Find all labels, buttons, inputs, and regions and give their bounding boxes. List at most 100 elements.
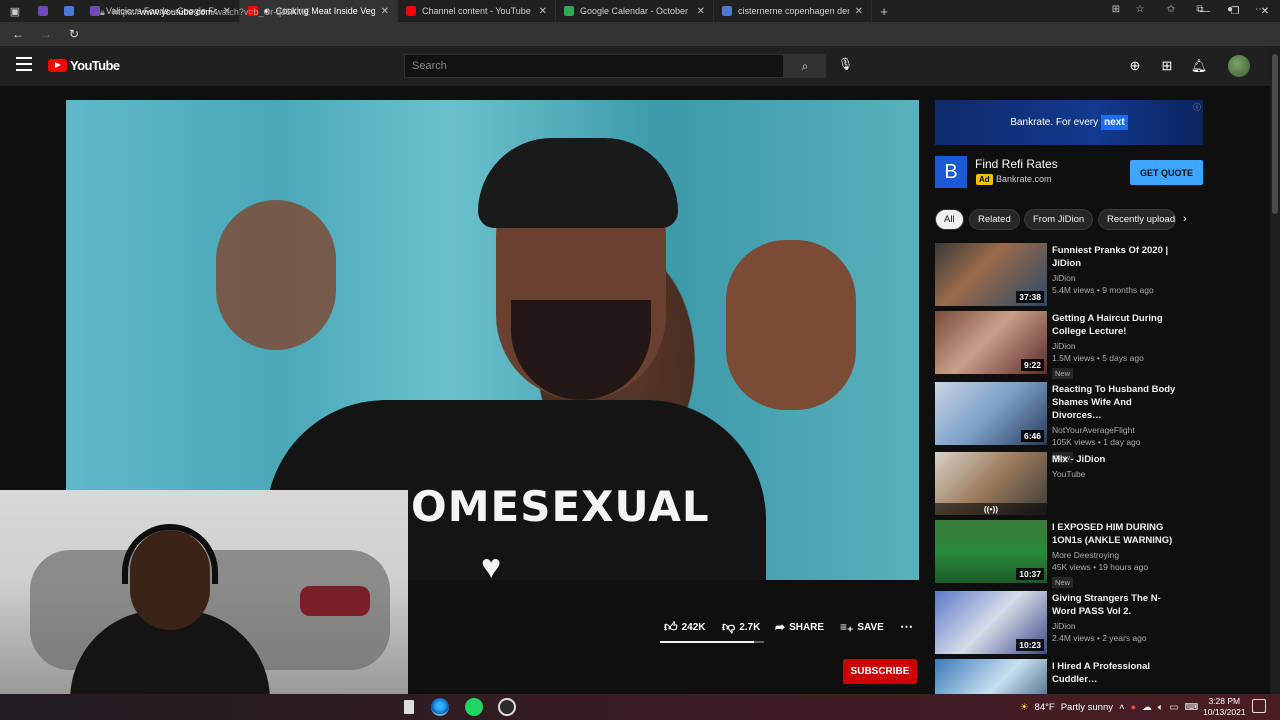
pinned-tab-icon-1[interactable] <box>30 0 56 22</box>
system-tray: ☀︎ 84°F Partly sunny ˄ ● ☁︎ 🔈︎ ▭ ⌨︎ <box>1020 694 1198 720</box>
video-thumbnail[interactable]: 10:37 <box>935 520 1047 583</box>
recommendation-title[interactable]: I Hired A Professional Cuddler… <box>1052 660 1182 686</box>
notification-center-icon[interactable] <box>1252 699 1266 713</box>
search-button[interactable]: ⌕ <box>784 54 826 78</box>
like-button[interactable]: 👍︎ 242K <box>664 618 706 636</box>
get-quote-button[interactable]: GET QUOTE <box>1130 160 1203 185</box>
thumbs-down-icon: 👎︎ <box>722 619 736 634</box>
video-duration: 37:38 <box>1016 291 1044 303</box>
edge-browser-icon[interactable] <box>431 698 449 716</box>
page-scrollbar[interactable] <box>1270 46 1280 694</box>
new-badge: New <box>1052 577 1074 588</box>
ad-banner-text: Bankrate. For every <box>1010 117 1099 128</box>
share-button[interactable]: ➦ SHARE <box>775 618 824 636</box>
video-thumbnail[interactable]: 9:22 <box>935 311 1047 374</box>
recommendation-item[interactable]: 10:23 Giving Strangers The N-Word PASS Vo… <box>935 591 1205 655</box>
recommendation-item[interactable]: I Hired A Professional Cuddler… <box>935 659 1205 694</box>
youtube-logo[interactable]: YouTube <box>48 58 120 73</box>
microphone-icon[interactable]: 🎙︎ <box>838 57 853 71</box>
chip-all[interactable]: All <box>935 209 964 230</box>
video-thumbnail[interactable]: 37:38 <box>935 243 1047 306</box>
chip-recently-uploaded[interactable]: Recently uploaded <box>1098 209 1176 230</box>
reload-button[interactable]: ↻ <box>60 27 88 41</box>
recommendation-meta: Funniest Pranks Of 2020 | JiDion JiDion 5.… <box>1052 244 1182 295</box>
recommendation-item[interactable]: 9:22 Getting A Haircut During College Lec… <box>935 311 1205 379</box>
weather-text[interactable]: Partly sunny <box>1061 702 1113 713</box>
taskbar-clock[interactable]: 3:28 PM 10/13/2021 <box>1203 696 1246 718</box>
video-duration: 9:22 <box>1020 359 1044 371</box>
recommendation-title[interactable]: Getting A Haircut During College Lecture… <box>1052 312 1182 338</box>
recommendation-stats: 45K views • 19 hours ago <box>1052 562 1149 572</box>
recommendation-title[interactable]: Reacting To Husband Body Shames Wife And… <box>1052 383 1182 422</box>
video-thumbnail[interactable]: ((•)) <box>935 452 1047 515</box>
save-button[interactable]: ≡₊ SAVE <box>840 618 884 636</box>
language-icon[interactable]: ⌨︎ <box>1184 702 1198 713</box>
ad-badge: Ad <box>976 174 993 185</box>
recommendation-title[interactable]: Giving Strangers The N-Word PASS Vol 2. <box>1052 592 1182 618</box>
temperature-text[interactable]: 84°F <box>1035 702 1055 713</box>
recommendation-channel[interactable]: JiDion <box>1052 621 1182 631</box>
notifications-bell-icon[interactable]: 🔔︎ <box>1190 58 1208 74</box>
chip-related[interactable]: Related <box>969 209 1020 230</box>
account-avatar[interactable] <box>1228 55 1250 77</box>
recommendation-channel[interactable]: More Deestroying <box>1052 550 1182 560</box>
favorites-bar-icon[interactable]: ✩ <box>1163 4 1179 15</box>
recommendation-title[interactable]: I EXPOSED HIM DURING 1ON1s (ANKLE WARNIN… <box>1052 521 1182 547</box>
video-thumbnail[interactable] <box>935 659 1047 694</box>
recommendation-stats: 5.4M views • 9 months ago <box>1052 285 1154 295</box>
video-thumbnail[interactable]: 10:23 <box>935 591 1047 654</box>
volume-icon[interactable]: 🔈︎ <box>1158 702 1164 713</box>
recommendation-channel[interactable]: JiDion <box>1052 341 1182 351</box>
video-scene-hand-left <box>216 200 336 350</box>
video-scene-durag <box>478 138 678 228</box>
dislike-button[interactable]: 👎︎ 2.7K <box>722 618 760 636</box>
file-icon[interactable] <box>404 700 414 714</box>
app-available-icon[interactable]: ⊞ <box>1108 4 1124 15</box>
recommendation-item[interactable]: 6:46 Reacting To Husband Body Shames Wife… <box>935 382 1205 463</box>
youtube-header: YouTube Search ⌕ 🎙︎ ⊕ ⊞ 🔔︎ <box>0 46 1270 86</box>
recommendation-title[interactable]: Funniest Pranks Of 2020 | JiDion <box>1052 244 1182 270</box>
cloud-icon[interactable]: ☁︎ <box>1142 702 1152 713</box>
clock-time: 3:28 PM <box>1208 696 1241 706</box>
recommendation-channel[interactable]: NotYourAverageFlight <box>1052 425 1182 435</box>
share-icon: ➦ <box>775 620 786 634</box>
url-field[interactable]: 🔒︎ https://www.youtube.com/watch?v=b_Cr-… <box>100 3 1100 21</box>
recommendation-title[interactable]: Mix - JiDion <box>1052 453 1182 466</box>
obs-icon[interactable] <box>498 698 516 716</box>
chevron-right-icon[interactable]: › <box>1183 213 1187 225</box>
antivirus-icon[interactable]: ● <box>1131 702 1137 713</box>
more-options-icon[interactable]: ⋯ <box>1252 4 1268 15</box>
pinned-tab-icon-2[interactable] <box>56 0 82 22</box>
ad-info-icon[interactable]: ⓘ <box>1193 102 1201 113</box>
apps-grid-icon[interactable]: ⊞ <box>1158 58 1176 74</box>
tab-actions-icon[interactable]: ▣ <box>0 0 30 22</box>
recommendation-channel[interactable]: JiDion <box>1052 273 1182 283</box>
network-icon[interactable]: ▭ <box>1170 702 1179 713</box>
recommendation-item[interactable]: 10:37 I EXPOSED HIM DURING 1ON1s (ANKLE W… <box>935 520 1205 588</box>
more-actions-icon[interactable]: ⋯ <box>900 618 913 636</box>
recommendation-item[interactable]: 37:38 Funniest Pranks Of 2020 | JiDion JiD… <box>935 243 1205 307</box>
spotify-icon[interactable] <box>465 698 483 716</box>
clock-date: 10/13/2021 <box>1203 707 1246 717</box>
chevron-up-icon[interactable]: ˄ <box>1119 702 1125 713</box>
recommendation-item[interactable]: ((•)) Mix - JiDion YouTube <box>935 452 1205 516</box>
scrollbar-thumb[interactable] <box>1272 54 1278 214</box>
profile-icon[interactable]: ● <box>1222 4 1238 15</box>
chip-from-jidion[interactable]: From JiDion <box>1024 209 1094 230</box>
subscribe-button[interactable]: SUBSCRIBE <box>843 659 917 684</box>
collections-icon[interactable]: ⧉ <box>1192 4 1208 15</box>
create-video-icon[interactable]: ⊕ <box>1126 58 1144 74</box>
video-duration: 10:37 <box>1016 568 1044 580</box>
back-button[interactable]: ← <box>4 27 32 41</box>
forward-button[interactable]: → <box>32 27 60 41</box>
recommendation-channel[interactable]: YouTube <box>1052 469 1182 479</box>
hamburger-menu-icon[interactable] <box>16 57 32 71</box>
ad-banner[interactable]: Bankrate. For every next <box>935 100 1203 145</box>
search-input[interactable]: Search <box>404 54 784 78</box>
ad-logo[interactable]: B <box>935 156 967 188</box>
video-thumbnail[interactable]: 6:46 <box>935 382 1047 445</box>
video-duration: 10:23 <box>1016 639 1044 651</box>
ad-title[interactable]: Find Refi Rates <box>975 157 1058 171</box>
like-count: 242K <box>681 621 706 633</box>
favorite-icon[interactable]: ☆ <box>1132 4 1148 15</box>
